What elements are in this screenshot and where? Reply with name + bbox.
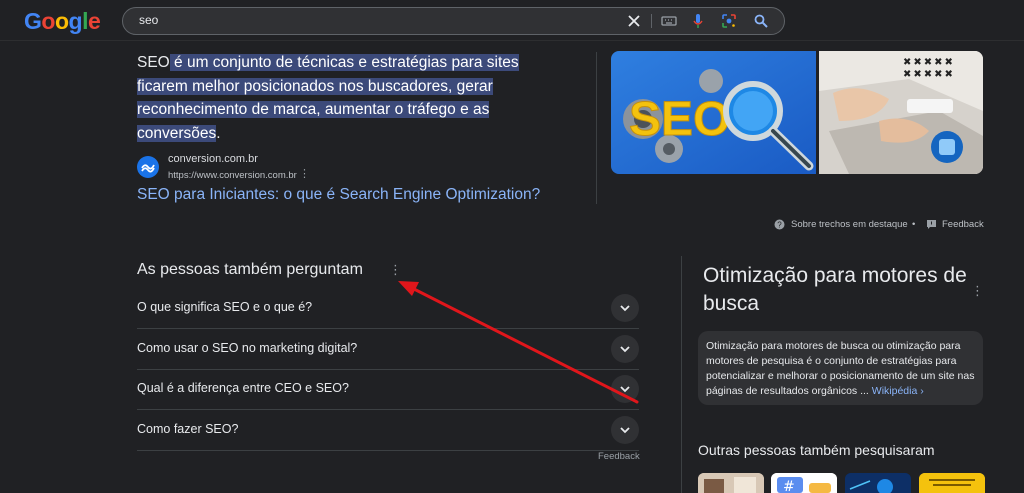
knowledge-panel-description: Otimização para motores de busca ou otim… xyxy=(698,331,983,405)
seo-illustration: SEO xyxy=(611,51,816,174)
snippet-highlight-1: é um conjunto de técnicas e estratégias … xyxy=(169,54,519,71)
svg-text:?: ? xyxy=(777,221,782,230)
snippet-feedback-link[interactable]: Feedback xyxy=(942,219,984,230)
expand-chevron-icon[interactable] xyxy=(611,375,639,403)
featured-snippet-text: SEO é um conjunto de técnicas e estratég… xyxy=(137,51,557,145)
seo-image-1[interactable]: SEO xyxy=(611,51,816,174)
snippet-lead: SEO xyxy=(137,54,170,71)
snippet-highlight-2: ficarem melhor posicionados nos buscador… xyxy=(137,77,493,95)
site-favicon[interactable] xyxy=(137,156,159,178)
snippet-divider xyxy=(596,52,597,204)
laptop-photo: ✖✖✖✖✖ ✖✖✖✖✖ xyxy=(819,51,983,174)
expand-chevron-icon[interactable] xyxy=(611,294,639,322)
related-search-thumbnail[interactable] xyxy=(919,473,985,493)
svg-text:#: # xyxy=(783,479,795,493)
paa-feedback-link[interactable]: Feedback xyxy=(598,451,640,462)
paa-menu-icon[interactable]: ⋮ xyxy=(389,262,402,278)
search-divider xyxy=(651,14,652,28)
related-search-thumbnail[interactable] xyxy=(698,473,764,493)
search-icon[interactable] xyxy=(752,12,770,30)
related-search-thumbnail[interactable] xyxy=(845,473,911,493)
thumbnail-photo xyxy=(698,473,764,493)
google-logo[interactable]: Google xyxy=(24,8,101,35)
paa-question-row[interactable]: O que significa SEO e o que é? xyxy=(137,288,639,329)
lens-icon[interactable] xyxy=(720,12,738,30)
related-search-thumbnail[interactable]: # xyxy=(771,473,837,493)
about-snippets-link[interactable]: Sobre trechos em destaque xyxy=(791,219,908,230)
feedback-icon[interactable] xyxy=(926,219,937,230)
search-input[interactable]: seo xyxy=(139,13,158,27)
snippet-highlight-3: reconhecimento de marca, aumentar o tráf… xyxy=(137,101,490,118)
knowledge-panel-title: Otimização para motores de busca xyxy=(703,264,967,315)
paa-question[interactable]: Como usar o SEO no marketing digital? xyxy=(137,341,357,355)
snippet-highlight-4: conversões xyxy=(137,124,217,142)
conversion-logo-icon xyxy=(141,164,155,173)
thumbnail-tech xyxy=(845,473,911,493)
paa-question-row[interactable]: Como usar o SEO no marketing digital? xyxy=(137,329,639,370)
paa-question-row[interactable]: Qual é a diferença entre CEO e SEO? xyxy=(137,369,639,410)
paa-question[interactable]: Como fazer SEO? xyxy=(137,422,238,436)
paa-question[interactable]: Qual é a diferença entre CEO e SEO? xyxy=(137,381,349,395)
clear-icon[interactable] xyxy=(625,12,643,30)
paa-heading: As pessoas também perguntam xyxy=(137,261,363,278)
seo-image-2[interactable]: ✖✖✖✖✖ ✖✖✖✖✖ xyxy=(819,51,983,174)
seo-image-text: SEO xyxy=(629,93,730,146)
top-bar: Google seo xyxy=(0,0,1024,40)
paa-question-row[interactable]: Como fazer SEO? xyxy=(137,410,639,451)
thumbnail-hashtag: # xyxy=(771,473,837,493)
thumbnail-banner xyxy=(919,473,985,493)
knowledge-panel-divider xyxy=(681,256,682,493)
result-title-link[interactable]: SEO para Iniciantes: o que é Search Engi… xyxy=(137,186,540,204)
people-also-search-heading: Outras pessoas também pesquisaram xyxy=(698,442,935,458)
search-box[interactable]: seo xyxy=(122,7,785,35)
footer-separator: • xyxy=(912,219,916,230)
keyboard-icon[interactable] xyxy=(660,12,678,30)
header-divider xyxy=(0,40,1024,41)
source-url[interactable]: https://www.conversion.com.br xyxy=(168,170,297,181)
help-icon[interactable]: ? xyxy=(774,219,785,230)
source-menu-icon[interactable]: ⋮ xyxy=(299,167,310,180)
svg-text:✖✖✖✖✖: ✖✖✖✖✖ xyxy=(903,57,955,68)
snippet-tail: . xyxy=(216,124,221,142)
description-text: Otimização para motores de busca ou otim… xyxy=(706,340,975,397)
wikipedia-link[interactable]: Wikipédia › xyxy=(872,385,924,397)
knowledge-panel-menu-icon[interactable]: ⋮ xyxy=(971,283,984,299)
source-site-name[interactable]: conversion.com.br xyxy=(168,153,258,165)
expand-chevron-icon[interactable] xyxy=(611,416,639,444)
expand-chevron-icon[interactable] xyxy=(611,335,639,363)
svg-text:✖✖✖✖✖: ✖✖✖✖✖ xyxy=(903,69,955,80)
microphone-icon[interactable] xyxy=(689,12,707,30)
paa-question[interactable]: O que significa SEO e o que é? xyxy=(137,300,312,314)
